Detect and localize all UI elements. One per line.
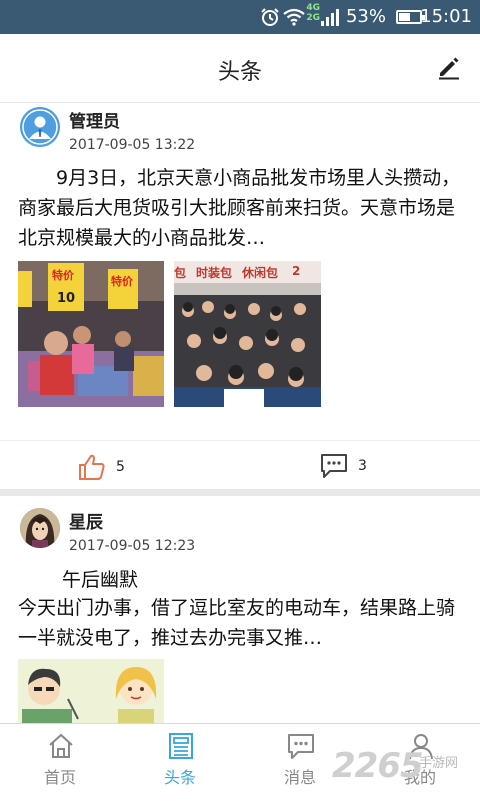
user-silhouette-icon bbox=[20, 107, 60, 147]
post-action-bar: 5 3 bbox=[0, 440, 480, 491]
post-divider bbox=[0, 489, 480, 496]
alarm-icon bbox=[261, 8, 279, 26]
price-sign: 10 bbox=[57, 291, 76, 306]
comic-image bbox=[18, 659, 164, 723]
post-text[interactable]: 9月3日，北京天意小商品批发市场里人头攒动，商家最后大甩货吸引大批顾客前来扫货。… bbox=[18, 163, 466, 253]
anime-girl-avatar-image bbox=[20, 508, 60, 548]
status-time: 15:01 bbox=[420, 6, 472, 27]
market-photo-image bbox=[18, 261, 164, 407]
edit-icon[interactable] bbox=[436, 54, 462, 80]
post-image[interactable]: 包 时装包 休闲包 2 bbox=[174, 261, 321, 407]
battery-icon bbox=[396, 10, 425, 24]
like-count: 5 bbox=[116, 459, 125, 475]
store-sign: 时装包 bbox=[196, 266, 233, 280]
store-sign: 2 bbox=[292, 264, 301, 278]
store-sign: 包 bbox=[174, 266, 187, 280]
post-text[interactable]: 今天出门办事，借了逗比室友的电动车，结果路上骑一半就没电了，推过去办完事又推… bbox=[18, 593, 466, 653]
watermark-logo: 2265 bbox=[332, 746, 424, 786]
battery-percent: 53% bbox=[345, 6, 386, 27]
post-image[interactable] bbox=[18, 659, 164, 723]
post-time: 2017-09-05 12:23 bbox=[69, 538, 196, 554]
comment-button[interactable]: 3 bbox=[320, 453, 367, 479]
like-button[interactable]: 5 bbox=[78, 453, 125, 481]
network-4g: 4G bbox=[306, 3, 320, 13]
page-header: 头条 bbox=[0, 34, 480, 103]
price-sign: 特价 bbox=[52, 269, 74, 282]
crowd-photo-image bbox=[174, 261, 321, 407]
watermark-text: 手游网 bbox=[419, 756, 459, 771]
message-icon bbox=[288, 734, 314, 759]
wifi-icon bbox=[283, 8, 305, 26]
tab-label: 首页 bbox=[43, 768, 76, 787]
comment-count: 3 bbox=[358, 458, 367, 474]
thumbs-up-icon bbox=[79, 454, 105, 480]
tab-headlines[interactable]: 头条 bbox=[120, 724, 240, 801]
tab-label: 头条 bbox=[163, 768, 196, 787]
post-title[interactable]: 午后幽默 bbox=[62, 565, 138, 592]
post-image[interactable]: 特价 10 特价 bbox=[18, 261, 164, 407]
page-title: 头条 bbox=[217, 60, 262, 85]
battery-fill bbox=[399, 13, 410, 21]
store-sign: 休闲包 bbox=[242, 266, 279, 280]
avatar[interactable] bbox=[20, 508, 60, 548]
post-author[interactable]: 星辰 bbox=[69, 508, 103, 533]
post-author[interactable]: 管理员 bbox=[69, 107, 120, 132]
network-type: 4G 2G bbox=[306, 3, 320, 23]
home-icon bbox=[49, 733, 73, 758]
comment-icon bbox=[321, 454, 347, 478]
news-feed[interactable]: 管理员 2017-09-05 13:22 9月3日，北京天意小商品批发市场里人头… bbox=[0, 103, 480, 723]
tab-home[interactable]: 首页 bbox=[0, 724, 120, 801]
avatar[interactable] bbox=[20, 107, 60, 147]
status-bar: 4G 2G 53% 15:01 bbox=[0, 0, 480, 34]
network-2g: 2G bbox=[306, 13, 320, 23]
news-icon bbox=[169, 733, 193, 759]
post-time: 2017-09-05 13:22 bbox=[69, 137, 196, 153]
signal-icon bbox=[321, 9, 339, 26]
price-sign: 特价 bbox=[111, 275, 133, 288]
